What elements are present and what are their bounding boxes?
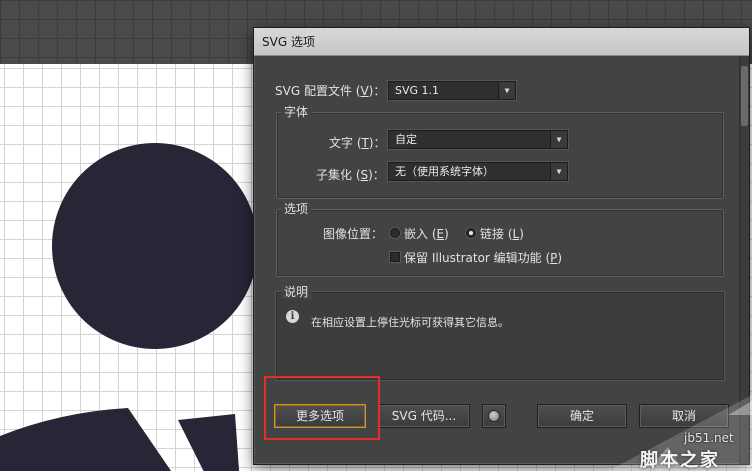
watermark-site: jb51.net: [684, 431, 734, 445]
image-location-label: 图像位置：: [323, 227, 384, 241]
web-preview-button[interactable]: [482, 404, 506, 428]
profile-label: SVG 配置文件 (V)：: [275, 84, 386, 98]
dialog-titlebar[interactable]: SVG 选项: [254, 28, 749, 56]
link-radio[interactable]: [466, 228, 476, 238]
triangle-down-icon: ▼: [550, 131, 567, 148]
preserve-editing-checkbox[interactable]: [390, 252, 400, 262]
dialog-title: SVG 选项: [262, 35, 315, 49]
triangle-down-icon: ▼: [550, 163, 567, 180]
subset-dropdown[interactable]: 无（使用系统字体） ▼: [388, 162, 568, 181]
artwork-shape-2: [178, 414, 240, 471]
font-group-title: 字体: [281, 105, 312, 119]
description-text: 在相应设置上停住光标可获得其它信息。: [311, 316, 509, 329]
description-group: 说明 i 在相应设置上停住光标可获得其它信息。: [276, 285, 724, 380]
watermark-name: 脚本之家: [640, 450, 720, 471]
info-icon: i: [286, 310, 299, 323]
subset-label: 子集化 (S)：: [316, 168, 385, 182]
artwork-circle: [52, 143, 258, 349]
embed-label[interactable]: 嵌入 (E): [404, 225, 449, 242]
globe-icon: [488, 410, 500, 422]
embed-radio[interactable]: [390, 228, 400, 238]
text-value: 自定: [395, 133, 417, 146]
triangle-down-icon: ▼: [498, 82, 515, 99]
text-dropdown[interactable]: 自定 ▼: [388, 130, 568, 149]
text-label: 文字 (T)：: [329, 136, 386, 150]
font-group: 字体: [276, 105, 724, 199]
annotation-highlight: [264, 376, 380, 440]
profile-dropdown[interactable]: SVG 1.1 ▼: [388, 81, 516, 100]
options-group-title: 选项: [281, 202, 312, 216]
subset-value: 无（使用系统字体）: [395, 165, 494, 178]
svg-code-button[interactable]: SVG 代码...: [378, 404, 470, 428]
scrollbar-thumb[interactable]: [741, 66, 748, 126]
artwork-shape: [0, 408, 172, 471]
options-group: 选项: [276, 202, 724, 277]
profile-value: SVG 1.1: [395, 84, 440, 97]
link-label[interactable]: 链接 (L): [480, 225, 524, 242]
preserve-editing-label[interactable]: 保留 Illustrator 编辑功能 (P): [404, 249, 562, 266]
description-group-title: 说明: [281, 285, 312, 299]
